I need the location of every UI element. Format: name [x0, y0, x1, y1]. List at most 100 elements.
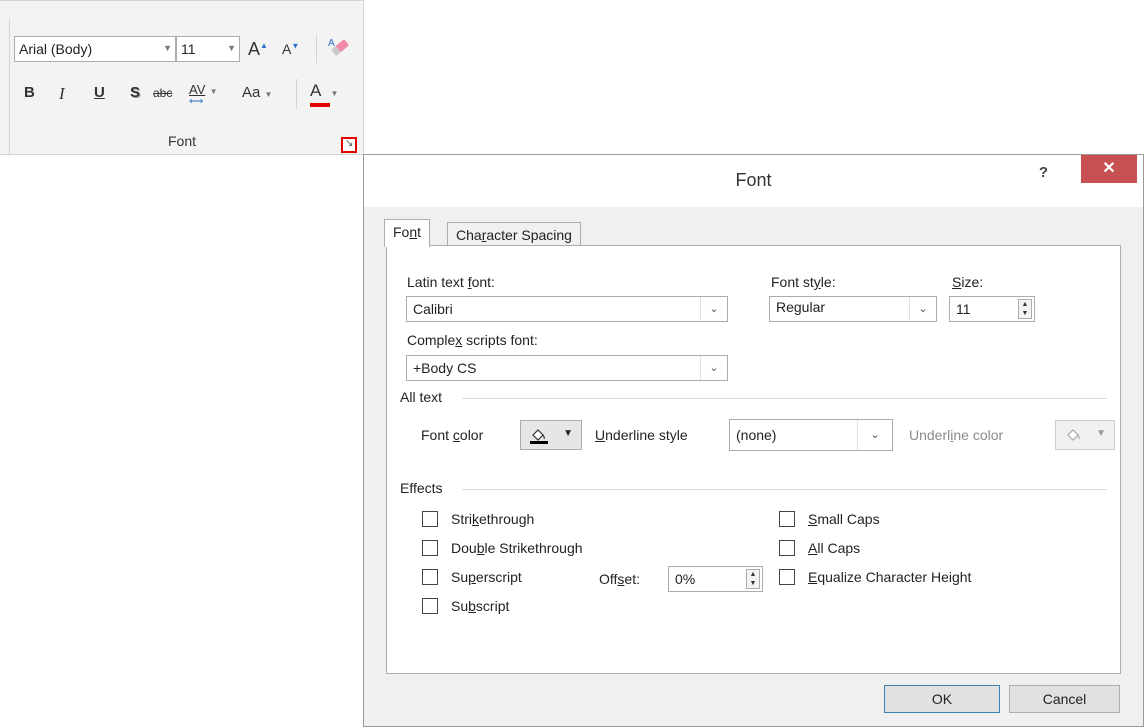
text-shadow-button[interactable]: S: [130, 84, 140, 101]
chevron-down-icon: ▼: [1096, 428, 1106, 439]
label-part: Su: [451, 598, 469, 614]
ribbon-font-group: Arial (Body) ▼ 11 ▼ A▲ A▼ A B I U S abc …: [0, 0, 364, 156]
size-label: Size:: [952, 274, 983, 290]
cancel-button[interactable]: Cancel: [1009, 685, 1120, 713]
font-style-label: Font style:: [771, 274, 836, 290]
label-part: ont:: [471, 274, 495, 290]
underline-color-picker[interactable]: ▼: [1055, 420, 1115, 450]
chevron-down-icon[interactable]: ⌄: [700, 297, 727, 321]
label-part: erscript: [475, 569, 522, 585]
change-case-button[interactable]: Aa ▼: [242, 84, 272, 101]
latin-font-label: Latin text font:: [407, 274, 495, 290]
tab-label-part: t: [417, 224, 422, 240]
label-part: script: [475, 598, 510, 614]
close-icon: ✕: [1102, 160, 1116, 177]
character-spacing-button[interactable]: AV ▼ ⟷: [189, 81, 218, 107]
label-part: et:: [624, 571, 640, 587]
shrink-font-button[interactable]: A▼: [282, 41, 299, 57]
double-strikethrough-checkbox[interactable]: [422, 540, 438, 556]
label-accesskey: k: [472, 511, 479, 527]
label-part: le Strikethrough: [484, 540, 583, 556]
tab-label-part: acter Spacing: [486, 227, 572, 243]
strikethrough-checkbox[interactable]: [422, 511, 438, 527]
equalize-height-checkbox[interactable]: [779, 569, 795, 585]
label-accesskey: p: [468, 569, 476, 585]
small-caps-checkbox[interactable]: [779, 511, 795, 527]
double-arrow-icon: ⟷: [189, 96, 204, 107]
complex-font-label: Complex scripts font:: [407, 332, 538, 348]
label-accesskey: A: [808, 540, 818, 556]
size-value: 11: [956, 301, 971, 317]
chevron-down-icon[interactable]: ▼: [227, 43, 236, 53]
label-accesskey: E: [808, 569, 818, 585]
eraser-icon: A: [328, 38, 349, 56]
label-part: qualize Character Height: [817, 569, 972, 585]
label-accesskey: S: [952, 274, 962, 290]
character-spacing-label: AV: [189, 82, 206, 97]
font-style-select[interactable]: Regular ⌄: [769, 296, 937, 322]
font-color-button[interactable]: A ▼: [310, 81, 338, 107]
caret-down-icon: ▼: [291, 41, 300, 51]
subscript-label: Subscript: [451, 598, 509, 614]
label-part: Su: [451, 569, 469, 585]
label-accesskey: b: [468, 598, 476, 614]
label-part: scripts font:: [462, 332, 538, 348]
chevron-down-icon[interactable]: ⌄: [700, 356, 727, 380]
offset-label: Offset:: [599, 571, 640, 587]
complex-font-select[interactable]: +Body CS ⌄: [406, 355, 728, 381]
change-case-label: Aa: [242, 84, 261, 101]
grow-font-label: A: [248, 39, 261, 59]
label-part: ethrough: [479, 511, 535, 527]
all-caps-checkbox[interactable]: [779, 540, 795, 556]
close-button[interactable]: ✕: [1081, 155, 1137, 183]
chevron-down-icon[interactable]: ⌄: [909, 297, 936, 321]
font-style-value: Regular: [776, 299, 826, 315]
font-tab-panel: Latin text font: Calibri ⌄ Font style: R…: [386, 245, 1121, 674]
paint-bucket-icon: [1067, 429, 1080, 441]
chevron-down-icon[interactable]: ▼: [163, 43, 172, 53]
font-color-label: Font color: [421, 427, 483, 443]
paint-bucket-icon: [530, 429, 548, 444]
underline-button[interactable]: U: [94, 84, 105, 101]
italic-button[interactable]: I: [59, 84, 65, 104]
label-part: Underl: [909, 427, 951, 443]
underline-style-value: (none): [736, 427, 777, 443]
font-color-picker[interactable]: ▼: [520, 420, 582, 450]
font-dialog-launcher[interactable]: ↘: [341, 137, 357, 153]
help-button[interactable]: ?: [1039, 164, 1048, 181]
superscript-checkbox[interactable]: [422, 569, 438, 585]
bold-button[interactable]: B: [24, 84, 35, 101]
label-part: le:: [820, 274, 836, 290]
spinner-arrows-icon[interactable]: ▲ ▼: [1018, 299, 1032, 319]
label-part: mall Caps: [817, 511, 880, 527]
tab-font[interactable]: Font: [384, 219, 431, 247]
subscript-checkbox[interactable]: [422, 598, 438, 614]
size-stepper[interactable]: 11 ▲ ▼: [949, 296, 1035, 322]
latin-font-select[interactable]: Calibri ⌄: [406, 296, 728, 322]
label-part: ne color: [953, 427, 1004, 443]
caret-up-icon: ▲: [260, 41, 268, 50]
label-accesskey: y: [813, 274, 821, 290]
font-name-combo[interactable]: Arial (Body) ▼: [14, 36, 176, 62]
equalize-height-label: Equalize Character Height: [808, 569, 971, 585]
ribbon-separator: [316, 35, 317, 63]
ribbon-group-label: Font: [167, 133, 196, 149]
label-part: nderline style: [605, 427, 688, 443]
chevron-down-icon[interactable]: ⌄: [857, 420, 892, 450]
grow-font-button[interactable]: A▲: [248, 39, 268, 60]
label-part: Stri: [451, 511, 472, 527]
clear-formatting-button[interactable]: A: [326, 35, 352, 63]
offset-stepper[interactable]: 0% ▲ ▼: [668, 566, 763, 592]
underline-style-label: Underline style: [595, 427, 688, 443]
ok-button[interactable]: OK: [884, 685, 1000, 713]
font-size-combo[interactable]: 11 ▼: [176, 36, 240, 62]
font-size-value: 11: [181, 41, 196, 57]
spinner-arrows-icon[interactable]: ▲ ▼: [746, 569, 760, 589]
complex-font-value: +Body CS: [413, 360, 477, 376]
underline-style-select[interactable]: (none) ⌄: [729, 419, 893, 451]
all-caps-label: All Caps: [808, 540, 860, 556]
section-divider: [462, 489, 1107, 490]
launcher-icon: ↘: [345, 138, 354, 149]
chevron-down-icon: ▼: [209, 87, 218, 96]
strikethrough-button[interactable]: abc: [153, 86, 172, 100]
